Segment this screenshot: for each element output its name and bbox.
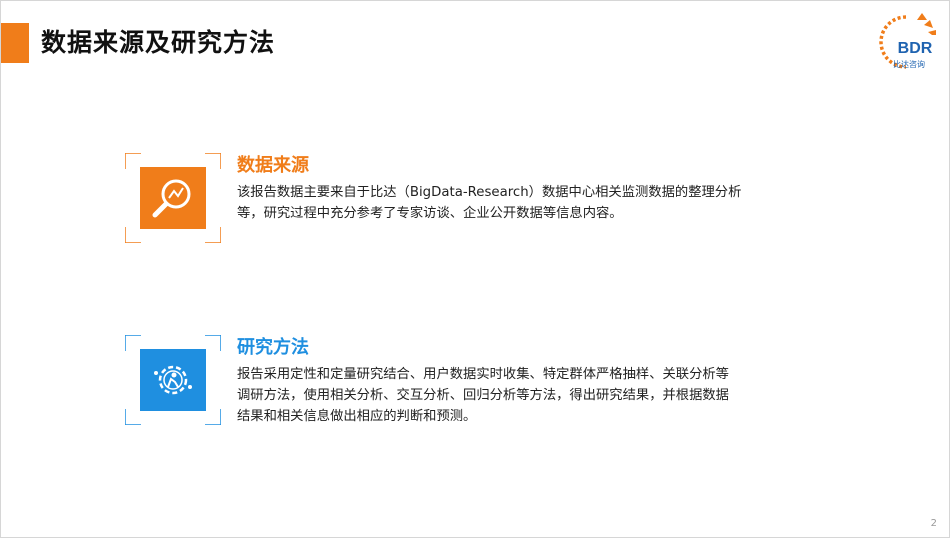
text-line: 等，研究过程中充分参考了专家访谈、企业公开数据等信息内容。 (237, 206, 623, 221)
page-title: 数据来源及研究方法 (41, 28, 276, 57)
section-text-data-source: 该报告数据主要来自于比达（BigData-Research）数据中心相关监测数据… (237, 182, 837, 224)
section-text-research-method: 报告采用定性和定量研究结合、用户数据实时收集、特定群体严格抽样、关联分析等 调研… (237, 364, 837, 427)
magnifier-chart-icon (140, 167, 206, 229)
section-title-research-method: 研究方法 (237, 337, 309, 358)
logo-text: BDR (898, 40, 933, 57)
text-line: 调研方法，使用相关分析、交互分析、回归分析等方法，得出研究结果，并根据数据 (237, 388, 729, 403)
text-line: 该报告数据主要来自于比达（BigData-Research）数据中心相关监测数据… (237, 185, 742, 200)
section-title-data-source: 数据来源 (237, 155, 309, 176)
slide: 数据来源及研究方法 BDR 比达咨询 数据来源 该报告数据主要来自于比达（Big… (0, 0, 950, 538)
logo-caption: 比达咨询 (893, 60, 925, 69)
title-accent-bar (1, 23, 29, 63)
page-number: 2 (930, 518, 937, 529)
gear-person-icon (140, 349, 206, 411)
text-line: 报告采用定性和定量研究结合、用户数据实时收集、特定群体严格抽样、关联分析等 (237, 367, 729, 382)
text-line: 结果和相关信息做出相应的判断和预测。 (237, 409, 477, 424)
